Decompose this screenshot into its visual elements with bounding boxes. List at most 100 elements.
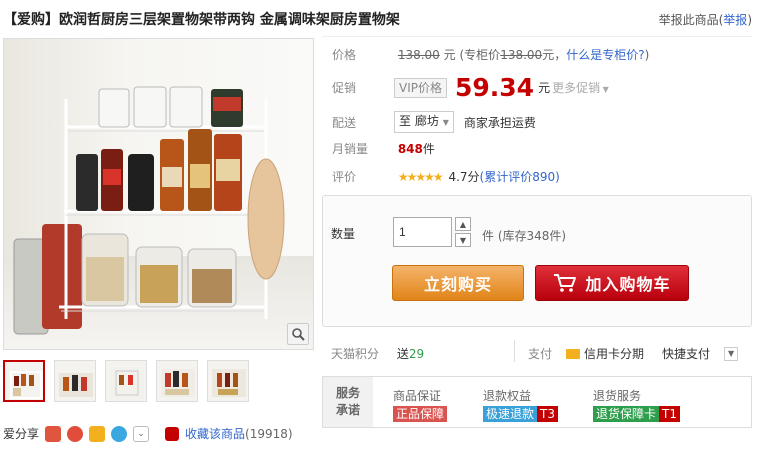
- counter-price-prefix: (专柜价: [459, 48, 501, 62]
- buy-panel: [322, 195, 752, 327]
- favorite-link[interactable]: 收藏该商品(19918): [185, 425, 293, 442]
- counter-price-help-link[interactable]: 什么是专柜价?: [566, 48, 644, 62]
- points-value: 29: [408, 347, 425, 361]
- original-price: 138.00: [397, 48, 440, 62]
- report-product: 举报此商品(举报): [659, 11, 752, 28]
- service-col-head: 商品保证: [393, 389, 442, 403]
- report-link[interactable]: 举报: [723, 13, 747, 27]
- main-product-image[interactable]: [3, 38, 314, 350]
- service-col-guarantee: 商品保证 正品保障: [393, 387, 448, 422]
- counter-price-close: ): [644, 48, 650, 62]
- add-to-cart-label[interactable]: 加入购物车: [585, 271, 670, 295]
- price-yuan: 元: [443, 48, 456, 62]
- monthly-sales-label: 月销量: [332, 142, 369, 156]
- stock-count: (库存348件): [497, 229, 567, 243]
- promo-yuan: 元: [538, 81, 551, 95]
- ship-to-text: 至: [399, 114, 412, 128]
- fast-refund-badge[interactable]: 极速退款: [483, 406, 538, 422]
- service-title-line1: 服务: [335, 386, 360, 400]
- credit-installment[interactable]: 信用卡分期: [584, 345, 644, 362]
- rating-stars-icon: ★★★★★: [397, 170, 444, 184]
- quick-pay[interactable]: 快捷支付: [662, 345, 710, 362]
- cart-icon: [554, 274, 577, 292]
- return-card-badge[interactable]: 退货保障卡: [593, 406, 660, 422]
- share-row: 爱分享 ⌄ 收藏该商品(19918): [3, 425, 293, 442]
- service-col-head: 退货服务: [593, 389, 642, 403]
- more-promo-text[interactable]: 更多促销: [552, 81, 600, 95]
- points-row: 天猫积分 送29: [331, 345, 424, 362]
- monthly-sales-value: 848: [397, 142, 423, 156]
- thumbnail-3[interactable]: [105, 360, 147, 402]
- favorite-count: (19918): [245, 427, 293, 441]
- report-close: ): [747, 13, 752, 27]
- more-promo-chevron-icon[interactable]: ▼: [600, 85, 609, 94]
- price-label: 价格: [332, 48, 357, 62]
- service-promise-box: 服务 承诺 商品保证 正品保障 退款权益 极速退款 T3 退货服务 退货保障卡 T1: [322, 376, 752, 428]
- credit-card-icon: [566, 348, 581, 359]
- return-card-level: T1: [659, 406, 680, 422]
- shipping-note: 商家承担运费: [463, 115, 536, 130]
- add-to-cart-button[interactable]: 加入购物车: [535, 265, 689, 301]
- payment-expand-chevron-icon[interactable]: ▼: [724, 346, 739, 361]
- monthly-sales-unit: 件: [422, 142, 435, 156]
- quantity-unit: 件: [482, 229, 495, 243]
- thumbnail-strip: [3, 360, 249, 402]
- zoom-magnifier-icon[interactable]: [287, 323, 309, 345]
- service-col-head: 退款权益: [483, 389, 532, 403]
- share-more-chevron-icon[interactable]: ⌄: [133, 425, 150, 442]
- thumbnail-2[interactable]: [54, 360, 96, 402]
- share-sina-icon[interactable]: [67, 425, 84, 442]
- share-weibo-icon[interactable]: [45, 425, 62, 442]
- price-divider: [322, 36, 752, 37]
- ship-city: 廊坊: [414, 114, 439, 128]
- points-send: 送: [396, 347, 409, 361]
- share-label: 爱分享: [3, 427, 40, 441]
- buy-now-button[interactable]: 立刻购买: [392, 265, 524, 301]
- counter-price-value: 138.00: [500, 48, 543, 62]
- quantity-stepper: ▲ ▼: [455, 217, 471, 247]
- share-wangwang-icon[interactable]: [111, 425, 128, 442]
- vip-price-tag: VIP价格: [394, 77, 447, 98]
- payment-row: 支付 信用卡分期 快捷支付 ▼: [528, 345, 739, 362]
- rating-label: 评价: [332, 170, 357, 184]
- rating-count-link[interactable]: (累计评价890): [480, 170, 560, 184]
- service-col-refund: 退款权益 极速退款 T3: [483, 387, 558, 422]
- promo-price: 59.34: [455, 73, 535, 102]
- rating-score: 4.7分: [448, 170, 480, 184]
- thumbnail-4[interactable]: [156, 360, 198, 402]
- service-title: 服务 承诺: [323, 377, 373, 427]
- service-col-return: 退货服务 退货保障卡 T1: [593, 387, 680, 422]
- promo-label: 促销: [332, 81, 357, 95]
- more-promo-link[interactable]: 更多促销 ▼: [552, 79, 609, 96]
- payment-label: 支付: [528, 347, 553, 361]
- buy-now-label[interactable]: 立刻购买: [424, 271, 492, 295]
- favorite-text[interactable]: 收藏该商品: [185, 427, 245, 441]
- fast-refund-level: T3: [537, 406, 558, 422]
- share-qzone-icon[interactable]: [89, 425, 106, 442]
- rating-row: 评价 ★★★★★ 4.7分(累计评价890): [332, 168, 560, 185]
- favorite-icon[interactable]: [165, 426, 180, 441]
- quantity-decrease-icon[interactable]: ▼: [455, 233, 471, 247]
- shipping-row: 配送 至 廊坊 ▼ 商家承担运费: [332, 111, 536, 133]
- quantity-label: 数量: [331, 227, 356, 241]
- shipping-label: 配送: [332, 115, 357, 130]
- quantity-control: ▲ ▼: [393, 217, 471, 247]
- shipping-city-select[interactable]: 至 廊坊 ▼: [394, 111, 454, 133]
- service-title-line2: 承诺: [335, 403, 360, 417]
- monthly-sales-row: 月销量 848件: [332, 140, 435, 157]
- product-title: 【爱购】欧润哲厨房三层架置物架带两钩 金属调味架厨房置物架: [3, 12, 400, 28]
- stock-info: 件 (库存348件): [482, 227, 566, 244]
- points-label: 天猫积分: [331, 347, 380, 361]
- thumbnail-5[interactable]: [207, 360, 249, 402]
- report-text: 举报此商品(: [658, 13, 724, 27]
- counter-price-suffix: 元，: [542, 48, 567, 62]
- price-row: 价格 138.00 元 (专柜价138.00元，什么是专柜价?): [332, 46, 649, 63]
- spice-rack-illustration: [13, 86, 285, 335]
- quantity-input[interactable]: [393, 217, 452, 247]
- genuine-guarantee-badge[interactable]: 正品保障: [393, 406, 448, 422]
- thumbnail-1[interactable]: [3, 360, 45, 402]
- ship-city-chevron-icon: ▼: [442, 118, 449, 127]
- quantity-increase-icon[interactable]: ▲: [455, 217, 471, 231]
- promo-row: 促销 VIP价格 59.34 元 更多促销 ▼: [332, 73, 609, 102]
- payment-divider: [514, 340, 515, 362]
